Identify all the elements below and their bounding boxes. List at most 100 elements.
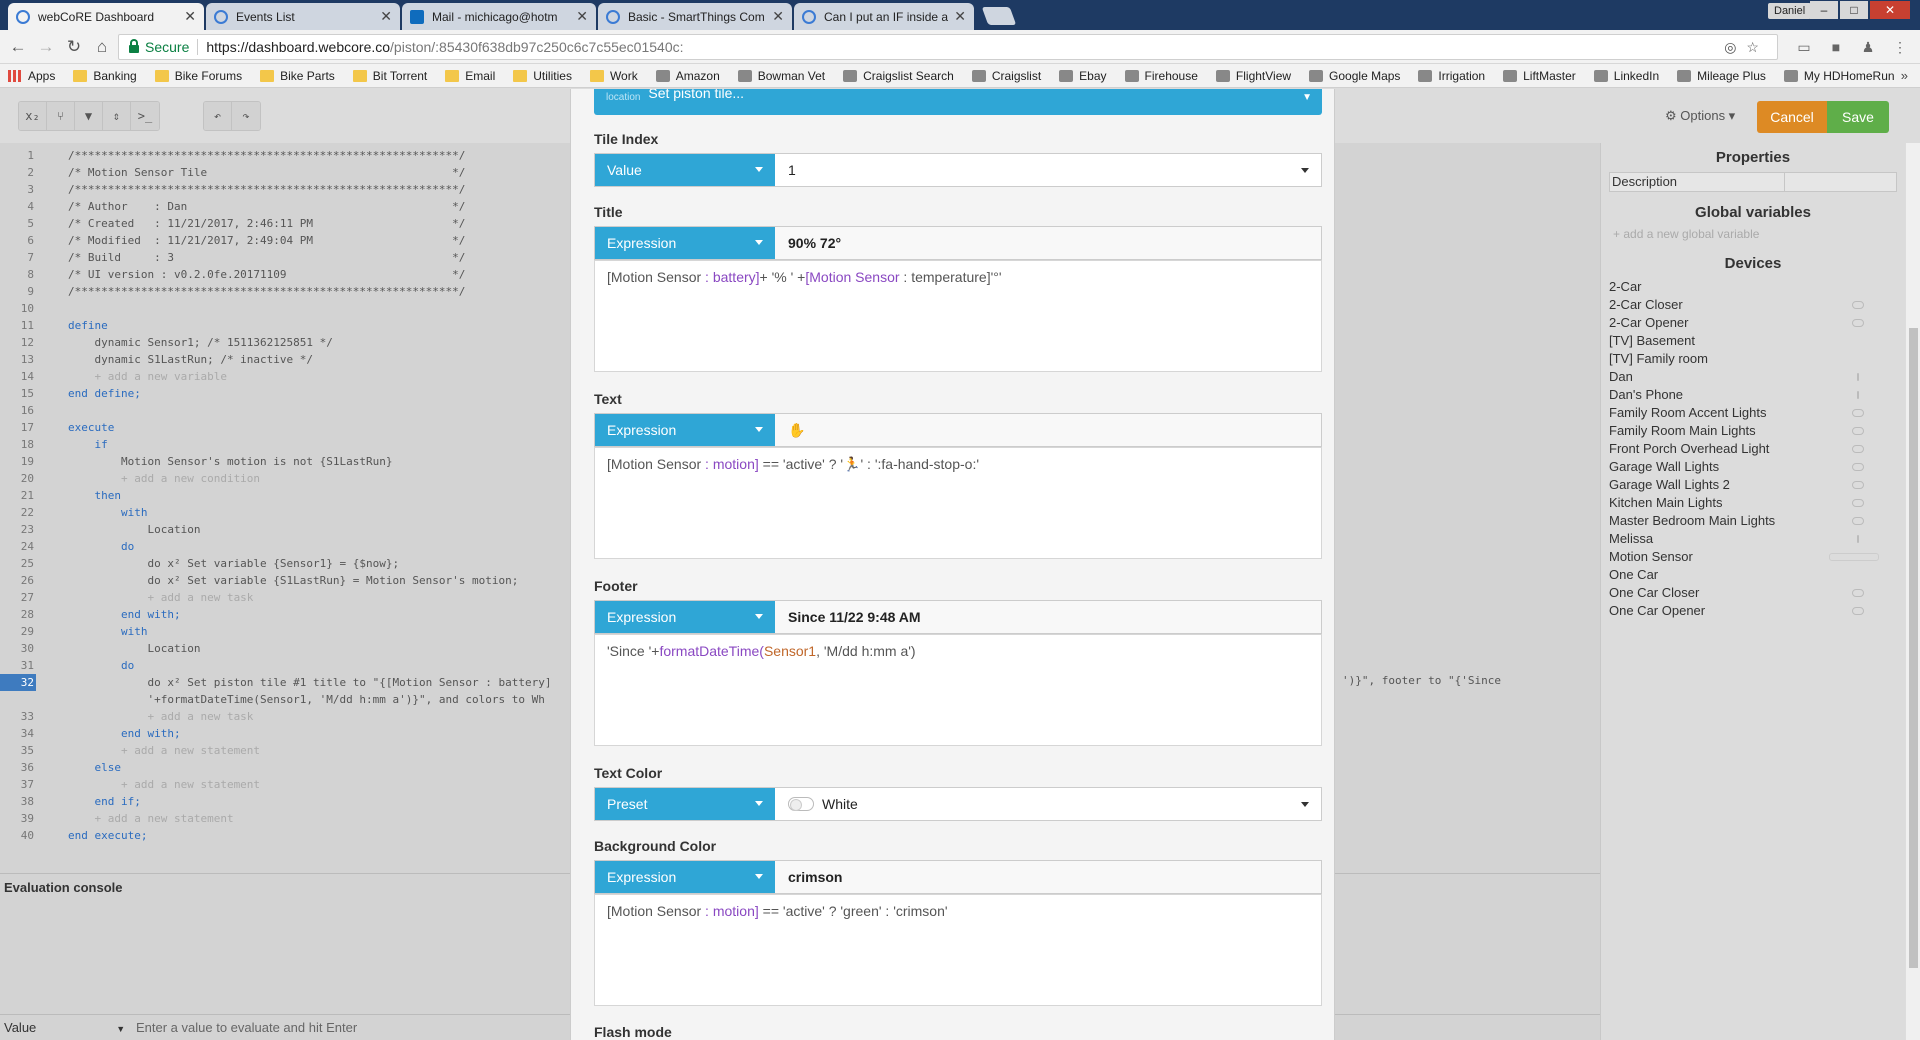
cancel-button[interactable]: Cancel: [1757, 101, 1827, 133]
title-expression-input[interactable]: [Motion Sensor : battery]+ '% ' +[Motion…: [594, 260, 1322, 372]
device-item[interactable]: One Car Closer: [1609, 584, 1905, 602]
cast-icon[interactable]: ▭: [1795, 38, 1813, 56]
page-scrollbar[interactable]: [1905, 143, 1920, 1040]
close-tab-icon[interactable]: ✕: [380, 8, 392, 25]
bookmark-link[interactable]: LiftMaster: [1503, 69, 1576, 83]
new-tab-button[interactable]: [981, 7, 1017, 25]
home-icon[interactable]: ⌂: [92, 37, 112, 57]
device-item[interactable]: 2-Car Closer: [1609, 296, 1905, 314]
footer-expression-input[interactable]: 'Since '+formatDateTime(Sensor1, 'M/dd h…: [594, 634, 1322, 746]
reload-icon[interactable]: ↻: [64, 37, 84, 57]
bookmark-folder[interactable]: Utilities: [513, 69, 572, 83]
close-tab-icon[interactable]: ✕: [954, 8, 966, 25]
bookmark-link[interactable]: Craigslist Search: [843, 69, 954, 83]
close-window-icon[interactable]: ✕: [1870, 1, 1910, 19]
eval-mode-select[interactable]: Value ▼: [0, 1020, 132, 1035]
profile-badge[interactable]: Daniel: [1768, 3, 1812, 19]
text-color-select[interactable]: White: [775, 788, 1321, 820]
extension-icon[interactable]: ♟: [1859, 38, 1877, 56]
bookmark-folder[interactable]: Banking: [73, 69, 137, 83]
device-item[interactable]: Family Room Main Lights: [1609, 422, 1905, 440]
title-mode-select[interactable]: Expression: [595, 227, 775, 259]
scrollbar-thumb[interactable]: [1909, 328, 1918, 968]
site-icon: [1059, 69, 1074, 82]
bookmark-link[interactable]: Firehouse: [1124, 69, 1198, 83]
bookmark-link[interactable]: Irrigation: [1418, 69, 1485, 83]
bookmark-link[interactable]: Craigslist: [971, 69, 1041, 83]
add-global-variable-link[interactable]: + add a new global variable: [1613, 227, 1897, 241]
device-item[interactable]: Garage Wall Lights 2: [1609, 476, 1905, 494]
device-status-icon: [1852, 607, 1864, 615]
description-field[interactable]: Description: [1609, 172, 1897, 192]
device-item[interactable]: Kitchen Main Lights: [1609, 494, 1905, 512]
bookmark-link[interactable]: Ebay: [1059, 69, 1107, 83]
tab-forum-question[interactable]: Can I put an IF inside a W ✕: [794, 3, 974, 30]
bookmark-folder[interactable]: Bit Torrent: [352, 69, 427, 83]
text-color-mode-select[interactable]: Preset: [595, 788, 775, 820]
device-item[interactable]: Dan's Phone: [1609, 386, 1905, 404]
tile-index-select[interactable]: 1: [775, 154, 1321, 186]
bookmark-link[interactable]: My HDHomeRun: [1783, 69, 1895, 83]
terminal-icon[interactable]: >_: [131, 102, 159, 130]
device-item[interactable]: One Car Opener: [1609, 602, 1905, 620]
device-item[interactable]: Master Bedroom Main Lights: [1609, 512, 1905, 530]
bookmark-link[interactable]: Google Maps: [1309, 69, 1400, 83]
save-button[interactable]: Save: [1827, 101, 1889, 133]
action-header[interactable]: location Set piston tile... ▼: [594, 89, 1322, 115]
device-item[interactable]: Motion Sensor: [1609, 548, 1905, 566]
device-item[interactable]: One Car: [1609, 566, 1905, 584]
tab-mail[interactable]: Mail - michicago@hotm ✕: [402, 3, 596, 30]
device-item[interactable]: Front Porch Overhead Light: [1609, 440, 1905, 458]
caret-down-icon: [755, 240, 763, 245]
bookmark-folder[interactable]: Email: [445, 69, 495, 83]
close-tab-icon[interactable]: ✕: [576, 8, 588, 25]
line-number: 32: [0, 674, 36, 691]
bookmark-link[interactable]: Mileage Plus: [1677, 69, 1766, 83]
bookmark-star-icon[interactable]: ◎☆: [1724, 39, 1769, 56]
options-menu[interactable]: ⚙ Options ▾: [1665, 108, 1735, 124]
bookmark-link[interactable]: Bowman Vet: [737, 69, 825, 83]
close-tab-icon[interactable]: ✕: [772, 8, 784, 25]
footer-mode-select[interactable]: Expression: [595, 601, 775, 633]
tab-webcore-dashboard[interactable]: webCoRE Dashboard ✕: [8, 3, 204, 30]
tab-events-list[interactable]: Events List ✕: [206, 3, 400, 30]
bookmark-folder[interactable]: Bike Parts: [260, 69, 335, 83]
device-item[interactable]: [TV] Basement: [1609, 332, 1905, 350]
menu-kebab-icon[interactable]: ⋮: [1891, 38, 1909, 56]
bookmarks-overflow-icon[interactable]: »: [1901, 68, 1908, 83]
bookmark-folder[interactable]: Work: [589, 69, 638, 83]
back-arrow-icon[interactable]: ←: [8, 37, 28, 57]
device-item[interactable]: Melissa: [1609, 530, 1905, 548]
eval-input[interactable]: Enter a value to evaluate and hit Enter: [136, 1020, 357, 1035]
bookmark-link[interactable]: LinkedIn: [1593, 69, 1659, 83]
line-number: 22: [20, 506, 34, 519]
sort-icon[interactable]: ⇕: [103, 102, 131, 130]
forward-arrow-icon[interactable]: →: [36, 37, 56, 57]
extension-icon[interactable]: ■: [1827, 38, 1845, 56]
device-item[interactable]: 2-Car: [1609, 278, 1905, 296]
redo-icon[interactable]: ↷: [232, 102, 260, 130]
minimize-icon[interactable]: –: [1810, 1, 1838, 19]
device-item[interactable]: Family Room Accent Lights: [1609, 404, 1905, 422]
background-color-mode-select[interactable]: Expression: [595, 861, 775, 893]
background-color-expression-input[interactable]: [Motion Sensor : motion] == 'active' ? '…: [594, 894, 1322, 1006]
device-item[interactable]: [TV] Family room: [1609, 350, 1905, 368]
filter-icon[interactable]: ▼: [75, 102, 103, 130]
bookmark-apps[interactable]: Apps: [8, 69, 55, 83]
text-expression-input[interactable]: [Motion Sensor : motion] == 'active' ? '…: [594, 447, 1322, 559]
subscript-icon[interactable]: x₂: [19, 102, 47, 130]
tab-smartthings[interactable]: Basic - SmartThings Com ✕: [598, 3, 792, 30]
fork-icon[interactable]: ⑂: [47, 102, 75, 130]
maximize-icon[interactable]: □: [1840, 1, 1868, 19]
tile-index-mode-select[interactable]: Value: [595, 154, 775, 186]
bookmark-folder[interactable]: Bike Forums: [154, 69, 242, 83]
text-mode-select[interactable]: Expression: [595, 414, 775, 446]
bookmark-link[interactable]: Amazon: [655, 69, 720, 83]
address-bar[interactable]: Secure https://dashboard.webcore.co /pis…: [118, 34, 1778, 60]
undo-icon[interactable]: ↶: [204, 102, 232, 130]
device-item[interactable]: Garage Wall Lights: [1609, 458, 1905, 476]
device-item[interactable]: 2-Car Opener: [1609, 314, 1905, 332]
close-tab-icon[interactable]: ✕: [184, 8, 196, 25]
device-item[interactable]: Dan: [1609, 368, 1905, 386]
bookmark-link[interactable]: FlightView: [1215, 69, 1291, 83]
